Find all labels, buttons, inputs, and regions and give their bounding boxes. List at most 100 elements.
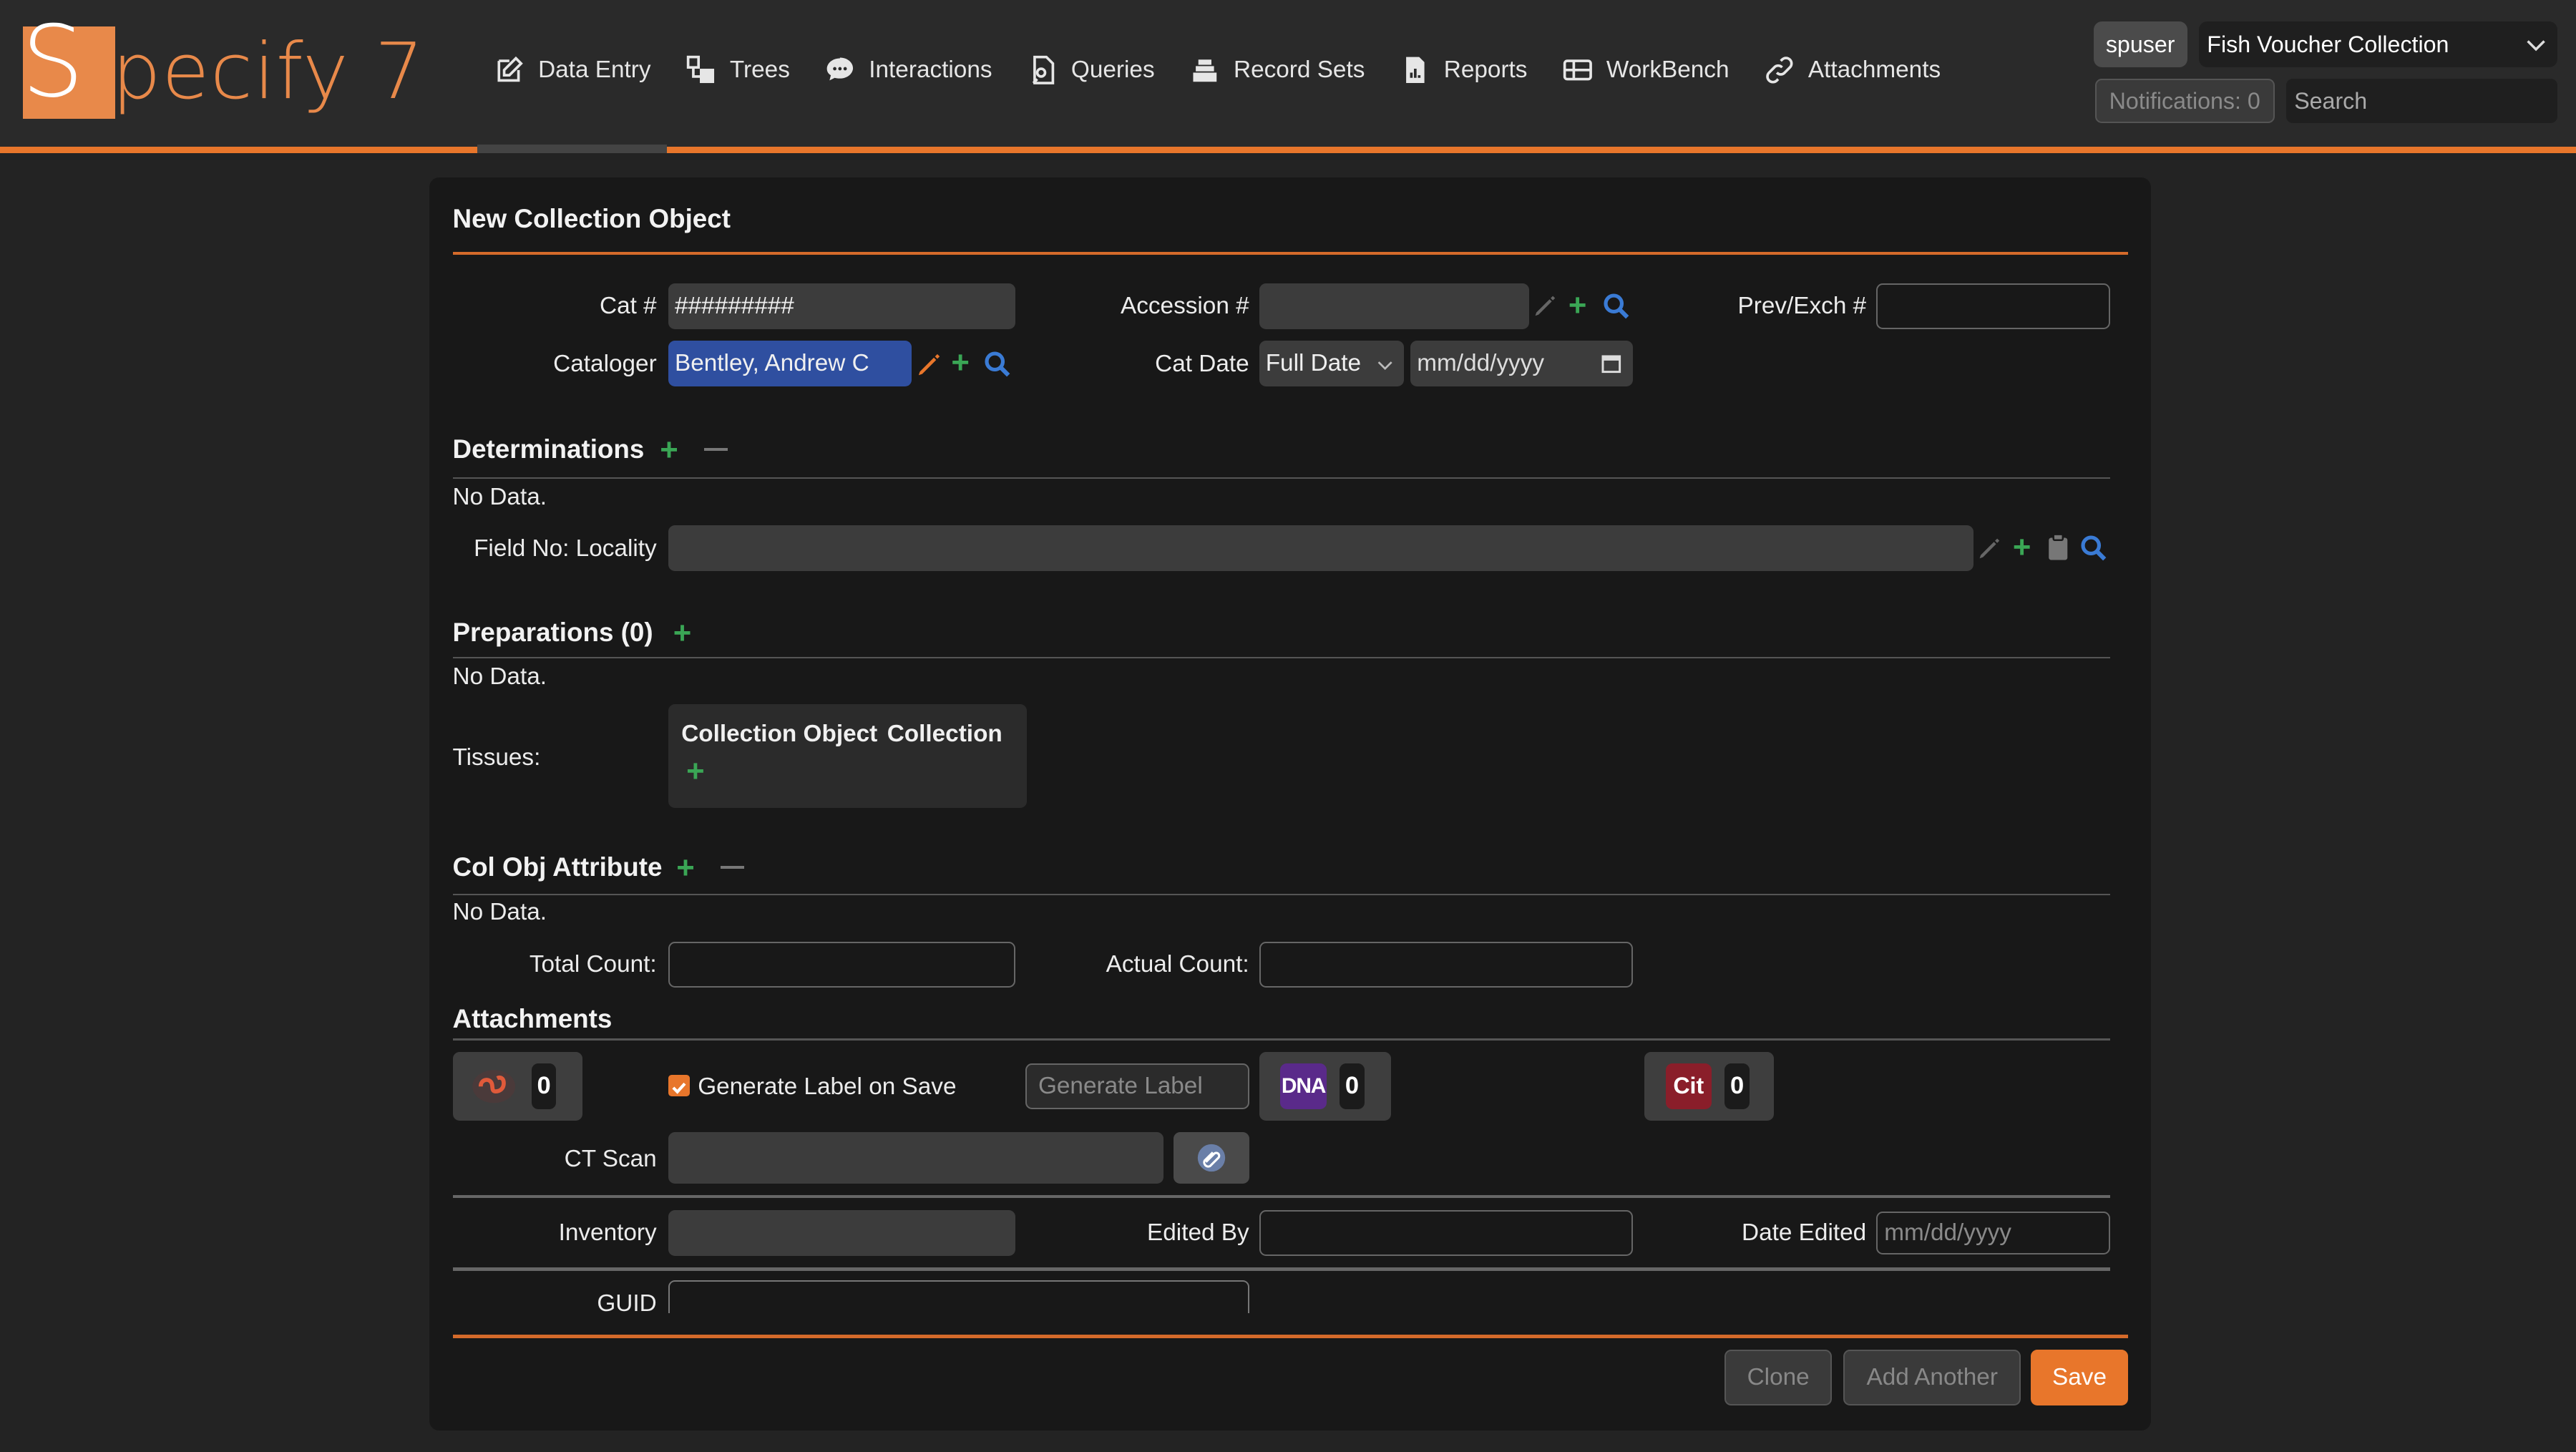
total-count-label: Total Count: [529, 951, 657, 978]
nav-interactions[interactable]: Interactions [824, 54, 992, 86]
colobj-attribute-no-data: No Data. [452, 898, 547, 925]
chat-bubble-icon [826, 57, 854, 81]
prev-exch-field[interactable] [1876, 283, 2110, 329]
form-title: New Collection Object [452, 204, 731, 234]
generate-label-button[interactable]: Generate Label [1025, 1063, 1249, 1110]
edited-by-field[interactable] [1259, 1209, 1633, 1256]
edit-pencil-icon[interactable] [1976, 535, 2003, 562]
save-button[interactable]: Save [2031, 1350, 2128, 1406]
notifications-button[interactable]: Notifications: 0 [2094, 79, 2275, 124]
nav-data-entry[interactable]: Data Entry [494, 54, 651, 86]
attachment-badge-icon [472, 1069, 515, 1103]
nav-queries[interactable]: Queries [1027, 54, 1155, 86]
dna-subview-button[interactable]: DNA 0 [1259, 1051, 1391, 1121]
attachment-count: 0 [531, 1063, 557, 1110]
form-title-rule [452, 251, 2128, 255]
prev-exch-label: Prev/Exch # [1737, 293, 1867, 320]
section-rule [452, 893, 2110, 896]
total-count-field[interactable] [668, 941, 1016, 988]
accession-field[interactable] [1259, 283, 1529, 329]
search-icon[interactable] [2079, 533, 2108, 562]
dna-count: 0 [1340, 1063, 1365, 1110]
cat-num-label: Cat # [600, 293, 657, 320]
nav-label: Record Sets [1234, 56, 1365, 83]
guid-label: GUID [597, 1290, 657, 1317]
paperclip-icon [1197, 1144, 1225, 1172]
guid-field[interactable] [668, 1280, 1249, 1314]
link-icon [1766, 57, 1793, 84]
add-tissue-icon[interactable]: + [686, 755, 705, 787]
nav-attachments[interactable]: Attachments [1764, 54, 1941, 86]
add-determination-icon[interactable]: + [660, 434, 678, 466]
add-another-button[interactable]: Add Another [1843, 1350, 2021, 1406]
preparations-title: Preparations (0) [452, 617, 653, 647]
nav-reports[interactable]: Reports [1400, 54, 1527, 86]
citation-count: 0 [1724, 1063, 1750, 1110]
edit-pencil-icon[interactable] [1532, 293, 1558, 319]
pencil-square-icon [497, 56, 523, 82]
add-accession-icon[interactable]: + [1568, 289, 1587, 321]
tree-nodes-icon [686, 55, 714, 83]
nav-workbench[interactable]: WorkBench [1562, 54, 1729, 86]
tissues-col-collection: Collection [887, 721, 1002, 748]
edit-pencil-icon[interactable] [915, 351, 943, 379]
search-icon[interactable] [1601, 291, 1631, 321]
stack-icon [1193, 59, 1217, 82]
generate-label-checkbox[interactable] [668, 1074, 690, 1096]
ct-scan-label: CT Scan [564, 1145, 657, 1172]
cataloger-field[interactable]: Bentley, Andrew C [668, 341, 912, 387]
actual-count-field[interactable] [1259, 941, 1633, 988]
actual-count-label: Actual Count: [1106, 951, 1249, 978]
nav-label: WorkBench [1606, 56, 1729, 83]
add-cataloger-icon[interactable]: + [951, 347, 970, 379]
global-search-input[interactable] [2285, 79, 2558, 124]
add-preparation-icon[interactable]: + [673, 617, 692, 649]
remove-colobj-attribute-icon[interactable] [721, 865, 744, 869]
attachment-subview-button[interactable]: 0 [452, 1051, 583, 1121]
locality-label: Field No: Locality [474, 535, 657, 562]
calendar-icon[interactable] [1601, 354, 1621, 374]
tissues-subview [668, 704, 1028, 809]
user-menu-button[interactable]: spuser [2093, 21, 2187, 68]
date-edited-label: Date Edited [1742, 1219, 1867, 1247]
generate-label-text: Generate Label on Save [698, 1073, 957, 1100]
section-rule [452, 1038, 2110, 1041]
logo-letter: S [21, 4, 84, 120]
ct-scan-field[interactable] [668, 1132, 1164, 1184]
checkmark-icon [672, 1082, 686, 1094]
collection-select[interactable]: Fish Voucher Collection [2198, 21, 2558, 68]
cat-date-input[interactable]: mm/dd/yyyy [1410, 341, 1633, 387]
form-footer-rule [452, 1335, 2128, 1338]
nav-record-sets[interactable]: Record Sets [1189, 54, 1365, 86]
locality-field[interactable] [668, 525, 1974, 572]
search-icon[interactable] [982, 349, 1012, 379]
date-edited-placeholder: mm/dd/yyyy [1884, 1219, 2011, 1246]
cat-date-precision-select[interactable]: Full Date [1259, 341, 1404, 387]
nav-active-indicator [477, 145, 667, 153]
preparations-no-data: No Data. [452, 663, 547, 690]
tissues-col-collection-object: Collection Object [681, 721, 878, 748]
remove-determination-icon[interactable] [704, 447, 728, 452]
nav-trees[interactable]: Trees [686, 54, 790, 86]
cat-date-label: Cat Date [1155, 350, 1249, 377]
chevron-down-icon [2527, 40, 2546, 52]
table-icon [1563, 59, 1592, 81]
nav-label: Attachments [1807, 56, 1941, 83]
clone-button[interactable]: Clone [1724, 1350, 1832, 1406]
section-rule [452, 1267, 2110, 1271]
clipboard-icon[interactable] [2046, 533, 2071, 561]
section-rule [452, 656, 2110, 658]
specify-logo[interactable]: S pecify 7 [21, 13, 424, 119]
citation-subview-button[interactable]: Cit 0 [1644, 1051, 1775, 1121]
add-locality-icon[interactable]: + [2013, 532, 2031, 563]
inventory-field[interactable] [668, 1209, 1016, 1256]
date-edited-field[interactable]: mm/dd/yyyy [1876, 1211, 2110, 1254]
cat-date-placeholder: mm/dd/yyyy [1417, 350, 1545, 377]
header-accent-rule [0, 146, 2576, 153]
nav-label: Trees [729, 56, 790, 83]
document-chart-icon [1405, 57, 1425, 83]
ct-scan-attach-button[interactable] [1173, 1132, 1249, 1184]
add-colobj-attribute-icon[interactable]: + [676, 852, 695, 884]
cat-num-field[interactable]: ######### [668, 283, 1016, 329]
query-icon [1032, 55, 1055, 84]
